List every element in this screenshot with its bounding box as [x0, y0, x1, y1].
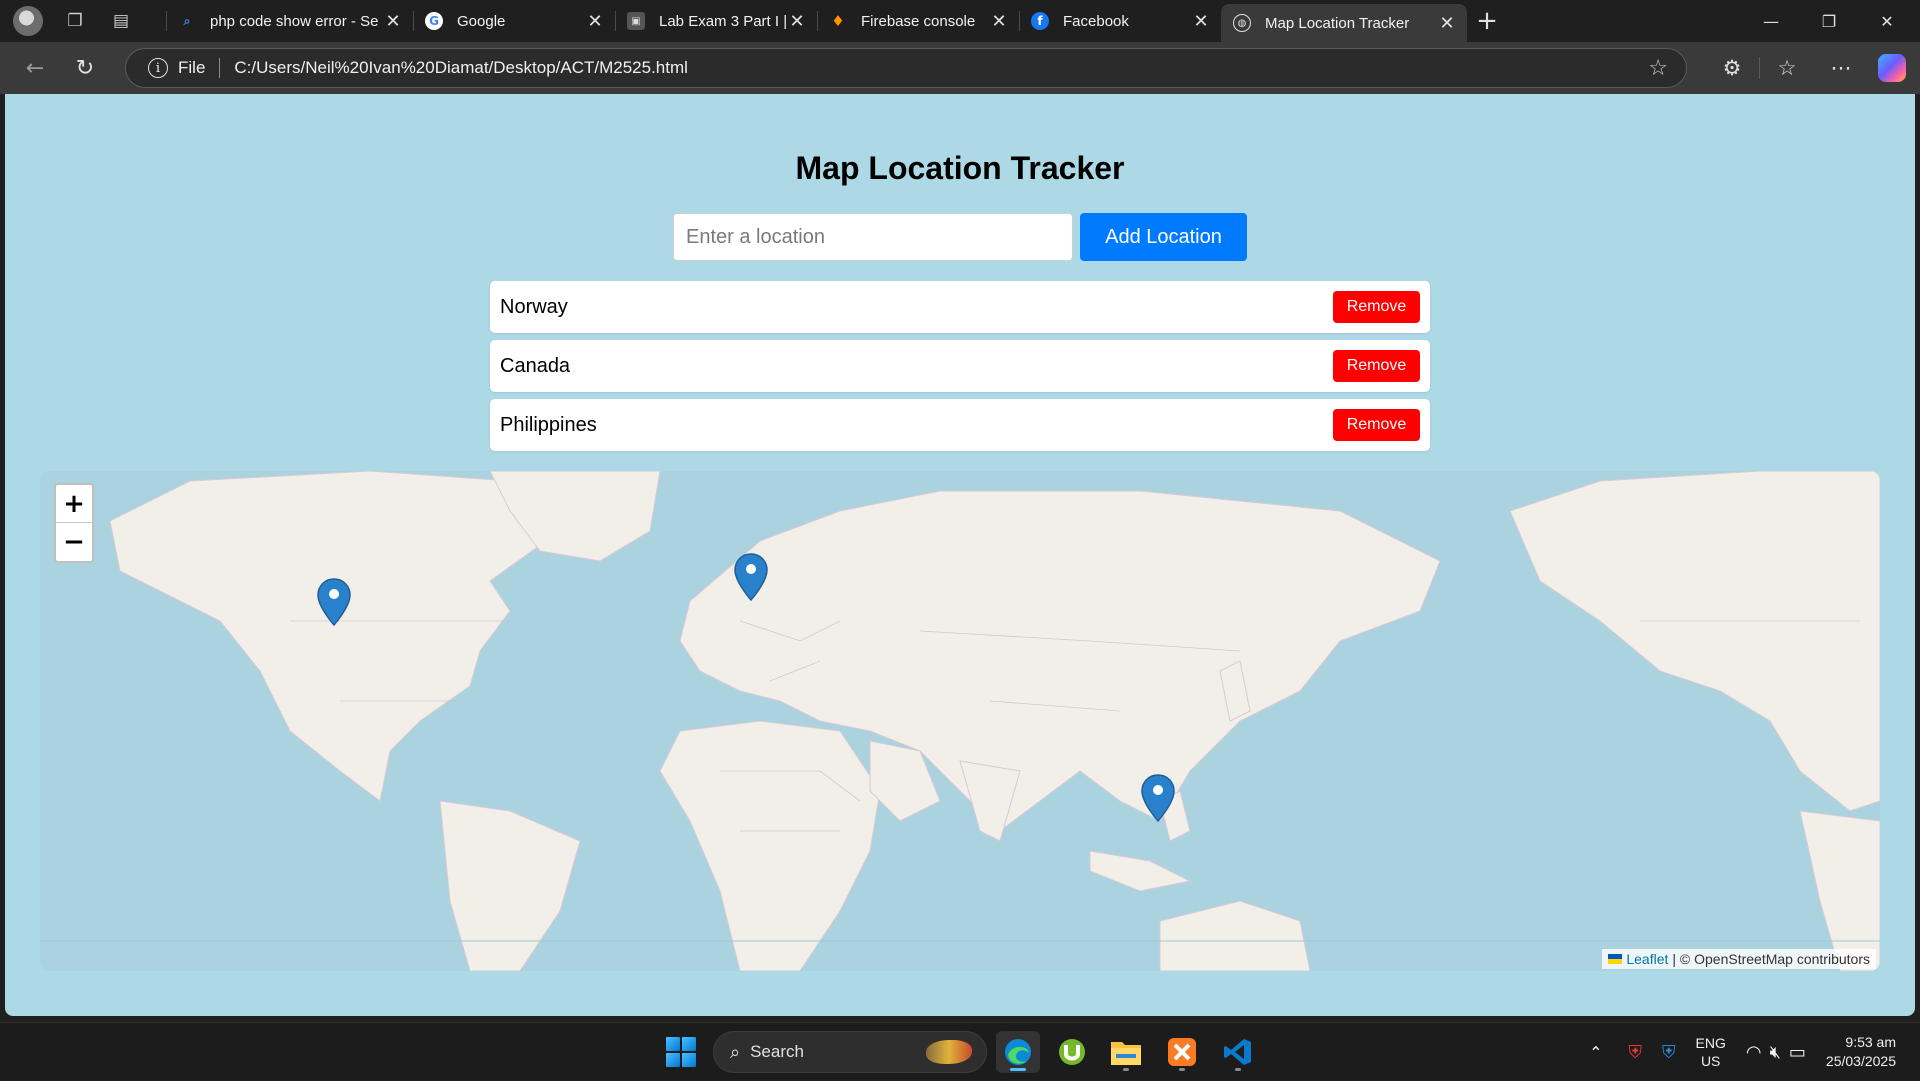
- tab-title: Lab Exam 3 Part I | Remote: [659, 12, 787, 30]
- antivirus-shield-icon[interactable]: ⛨: [1629, 1042, 1643, 1063]
- tab-title: php code show error - Se: [210, 12, 379, 30]
- tab-title: Map Location Tracker: [1265, 14, 1410, 32]
- add-location-button[interactable]: Add Location: [1080, 213, 1247, 261]
- location-input[interactable]: [673, 213, 1073, 261]
- tab-title: Facebook: [1063, 12, 1129, 30]
- location-list: Norway Remove Canada Remove Philippines …: [490, 281, 1430, 458]
- browser-toolbar: ← ↻ i File C:/Users/Neil%20Ivan%20Diamat…: [0, 42, 1920, 94]
- google-icon: G: [425, 12, 443, 30]
- map-marker-norway[interactable]: [734, 553, 768, 601]
- copilot-icon[interactable]: [1878, 54, 1906, 82]
- map-marker-philippines[interactable]: [1141, 774, 1175, 822]
- remove-button[interactable]: Remove: [1333, 350, 1420, 382]
- favorites-icon[interactable]: ☆: [1760, 56, 1814, 80]
- ukraine-flag-icon: [1608, 954, 1623, 964]
- chevron-up-icon[interactable]: ⌃: [1589, 1043, 1602, 1062]
- page-viewport: Map Location Tracker Add Location Norway…: [5, 94, 1915, 1016]
- remove-button[interactable]: Remove: [1333, 409, 1420, 441]
- zoom-in-button[interactable]: +: [56, 485, 92, 523]
- close-icon[interactable]: ✕: [787, 11, 807, 32]
- more-options-icon[interactable]: ⋯: [1814, 56, 1868, 80]
- tab-lab-exam[interactable]: ▣ Lab Exam 3 Part I | Remote ✕: [615, 0, 817, 42]
- lang-top: ENG: [1695, 1035, 1726, 1051]
- remove-button[interactable]: Remove: [1333, 291, 1420, 323]
- divider: [219, 58, 221, 78]
- tab-map-location-tracker[interactable]: ◍ Map Location Tracker ✕: [1221, 4, 1467, 42]
- vscode-icon[interactable]: [1216, 1031, 1260, 1073]
- firebase-icon: ♦: [831, 12, 845, 30]
- close-icon[interactable]: ✕: [585, 11, 605, 32]
- utorrent-icon[interactable]: [1050, 1031, 1094, 1073]
- taskbar-search[interactable]: ⌕ Search: [713, 1031, 987, 1073]
- tab-list: ⌕ php code show error - Se ✕ G Google ✕ …: [166, 0, 1507, 42]
- favorite-star-icon[interactable]: ☆: [1648, 56, 1668, 81]
- extensions-icon[interactable]: ⚙: [1705, 56, 1759, 80]
- clock[interactable]: 9:53 am 25/03/2025: [1826, 1033, 1896, 1071]
- new-tab-button[interactable]: +: [1467, 0, 1507, 42]
- system-tray: ⌃ ⛨ ⛨ ENG US ◠ 🔇︎ ▭ 9:53 am 25/03/2025: [1589, 1023, 1920, 1081]
- world-map[interactable]: + − Leaflet | © OpenStreetMap contributo…: [40, 471, 1880, 971]
- address-bar[interactable]: i File C:/Users/Neil%20Ivan%20Diamat/Des…: [125, 48, 1687, 88]
- tab-facebook[interactable]: f Facebook ✕: [1019, 0, 1221, 42]
- vertical-tabs-icon[interactable]: ▤: [109, 9, 133, 33]
- xampp-icon[interactable]: [1160, 1031, 1204, 1073]
- clock-date: 25/03/2025: [1825, 1053, 1896, 1069]
- restore-icon[interactable]: ❐: [1800, 0, 1858, 42]
- tab-title: Firebase console: [861, 12, 976, 30]
- workspaces-icon[interactable]: ❐: [63, 9, 87, 33]
- tab-google[interactable]: G Google ✕: [413, 0, 615, 42]
- list-item: Philippines Remove: [490, 399, 1430, 451]
- window-controls: — ❐ ✕: [1742, 0, 1920, 42]
- location-name: Norway: [500, 295, 568, 318]
- close-icon[interactable]: ✕: [1191, 11, 1211, 32]
- toolbar-actions: ⚙ ☆ ⋯: [1705, 42, 1920, 94]
- list-item: Norway Remove: [490, 281, 1430, 333]
- search-icon: ⌕: [183, 13, 191, 28]
- leaflet-link[interactable]: Leaflet: [1626, 951, 1668, 967]
- close-icon[interactable]: ✕: [1437, 13, 1457, 34]
- zoom-control: + −: [54, 483, 94, 563]
- wifi-icon[interactable]: ◠: [1746, 1042, 1762, 1063]
- search-label: Search: [750, 1042, 804, 1061]
- search-highlight-icon: [926, 1040, 972, 1064]
- tab-php-search[interactable]: ⌕ php code show error - Se ✕: [166, 0, 413, 42]
- list-item: Canada Remove: [490, 340, 1430, 392]
- location-name: Philippines: [500, 413, 597, 436]
- location-name: Canada: [500, 354, 571, 377]
- close-icon[interactable]: ✕: [989, 11, 1009, 32]
- file-explorer-icon[interactable]: [1104, 1031, 1148, 1073]
- back-arrow-icon[interactable]: ←: [15, 48, 55, 88]
- security-shield-icon[interactable]: ⛨: [1662, 1042, 1676, 1063]
- classroom-icon: ▣: [627, 12, 645, 30]
- scheme-label: File: [178, 58, 206, 77]
- edge-icon[interactable]: [996, 1031, 1040, 1073]
- language-indicator[interactable]: ENG US: [1696, 1034, 1726, 1070]
- reload-icon[interactable]: ↻: [65, 48, 105, 88]
- windows-start-icon[interactable]: [666, 1037, 696, 1067]
- close-icon[interactable]: ✕: [383, 11, 403, 32]
- map-attribution: Leaflet | © OpenStreetMap contributors: [1602, 949, 1876, 969]
- info-icon[interactable]: i: [148, 58, 168, 78]
- attribution-text: | © OpenStreetMap contributors: [1672, 951, 1870, 967]
- battery-icon[interactable]: ▭: [1789, 1042, 1806, 1063]
- tab-title: Google: [457, 12, 506, 30]
- page-title: Map Location Tracker: [795, 150, 1125, 186]
- browser-tab-strip: ❐ ▤ ⌕ php code show error - Se ✕ G Googl…: [0, 0, 1920, 42]
- windows-taskbar: ⌕ Search ⌃ ⛨ ⛨ ENG US ◠ 🔇︎ ▭ 9:53 am 25/…: [0, 1022, 1920, 1080]
- minimize-icon[interactable]: —: [1742, 0, 1800, 42]
- clock-time: 9:53 am: [1845, 1034, 1896, 1050]
- facebook-icon: f: [1031, 12, 1049, 30]
- map-marker-canada[interactable]: [317, 578, 351, 626]
- globe-icon: ◍: [1233, 14, 1251, 32]
- close-window-icon[interactable]: ✕: [1858, 0, 1916, 42]
- tab-firebase[interactable]: ♦ Firebase console ✕: [817, 0, 1019, 42]
- search-icon: ⌕: [730, 1041, 741, 1063]
- profile-avatar[interactable]: [13, 6, 43, 36]
- speaker-muted-icon[interactable]: 🔇︎: [1770, 1042, 1781, 1063]
- zoom-out-button[interactable]: −: [56, 523, 92, 561]
- url-text[interactable]: C:/Users/Neil%20Ivan%20Diamat/Desktop/AC…: [234, 58, 688, 78]
- lang-bottom: US: [1700, 1053, 1721, 1069]
- map-tiles[interactable]: [40, 471, 1880, 971]
